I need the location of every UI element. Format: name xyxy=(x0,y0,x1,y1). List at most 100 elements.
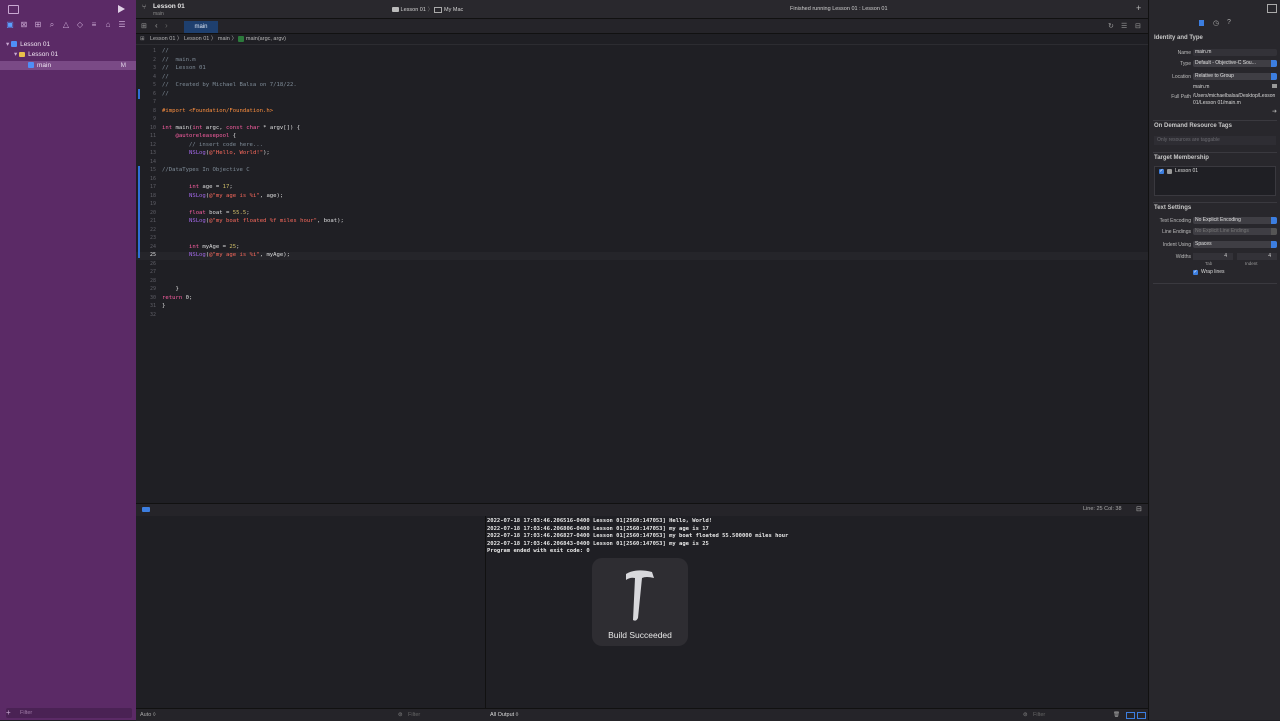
line-number[interactable]: 10 xyxy=(136,125,156,131)
line-number[interactable]: 30 xyxy=(136,295,156,301)
back-icon[interactable]: ‹ xyxy=(155,21,158,30)
line-number[interactable]: 7 xyxy=(136,99,156,105)
report-icon[interactable]: ☰ xyxy=(117,20,127,30)
variables-scope-selector[interactable]: Auto ◊ xyxy=(140,709,156,721)
history-inspector-icon[interactable]: ◷ xyxy=(1213,19,1219,27)
breadcrumb-item[interactable]: main(argc, argv) xyxy=(246,36,286,42)
editor-options-icon[interactable]: ☰ xyxy=(1121,22,1127,30)
code-line[interactable]: // xyxy=(162,74,169,80)
code-line[interactable]: #import <Foundation/Foundation.h> xyxy=(162,108,273,114)
line-number[interactable]: 28 xyxy=(136,278,156,284)
line-number[interactable]: 29 xyxy=(136,286,156,292)
run-icon[interactable] xyxy=(118,5,125,13)
code-line[interactable]: //DataTypes In Objective C xyxy=(162,167,250,173)
code-line[interactable]: NSLog(@"Hello, World!"); xyxy=(162,150,270,156)
tree-item-main[interactable]: main M xyxy=(0,61,136,70)
code-line[interactable]: // Created by Michael Balsa on 7/18/22. xyxy=(162,82,297,88)
add-library-icon[interactable]: + xyxy=(1136,3,1141,13)
filter-icon[interactable]: ⊜ xyxy=(1023,709,1028,721)
code-line[interactable]: } xyxy=(162,286,178,292)
code-line[interactable]: // insert code here... xyxy=(162,142,263,148)
code-line[interactable]: // main.m xyxy=(162,57,196,63)
line-number[interactable]: 20 xyxy=(136,210,156,216)
line-number[interactable]: 18 xyxy=(136,193,156,199)
code-line[interactable]: int main(int argc, const char * argv[]) … xyxy=(162,125,300,131)
code-line[interactable]: NSLog(@"my age is %i", age); xyxy=(162,193,283,199)
line-number[interactable]: 16 xyxy=(136,176,156,182)
breadcrumb-item[interactable]: Lesson 01 xyxy=(184,36,209,42)
sidebar-toggle-icon[interactable] xyxy=(8,5,19,14)
tab-width-stepper[interactable]: 4 xyxy=(1193,253,1233,260)
code-line[interactable]: int myAge = 25; xyxy=(162,244,240,250)
disclosure-icon[interactable]: ▾ xyxy=(14,51,17,58)
line-number[interactable]: 8 xyxy=(136,108,156,114)
encoding-popup[interactable]: No Explicit Encoding xyxy=(1193,217,1277,224)
code-line[interactable]: // xyxy=(162,91,169,97)
line-number[interactable]: 19 xyxy=(136,201,156,207)
folder-icon[interactable] xyxy=(1272,84,1277,88)
debug-icon[interactable]: ≡ xyxy=(89,20,99,30)
line-number[interactable]: 24 xyxy=(136,244,156,250)
code-line[interactable]: return 0; xyxy=(162,295,192,301)
line-number[interactable]: 14 xyxy=(136,159,156,165)
hide-debug-area-icon[interactable] xyxy=(142,507,150,512)
line-number[interactable]: 32 xyxy=(136,312,156,318)
line-number[interactable]: 23 xyxy=(136,235,156,241)
line-number[interactable]: 3 xyxy=(136,65,156,71)
code-line[interactable]: NSLog(@"my age is %i", myAge); xyxy=(162,252,290,258)
help-inspector-icon[interactable]: ? xyxy=(1227,19,1231,26)
line-number[interactable]: 4 xyxy=(136,74,156,80)
line-number[interactable]: 12 xyxy=(136,142,156,148)
variables-filter-field[interactable]: Filter xyxy=(408,709,420,721)
line-number[interactable]: 26 xyxy=(136,261,156,267)
code-line[interactable]: } xyxy=(162,303,165,309)
line-number[interactable]: 27 xyxy=(136,269,156,275)
odr-tags-field[interactable]: Only resources are taggable xyxy=(1154,136,1276,145)
line-number[interactable]: 13 xyxy=(136,150,156,156)
source-editor[interactable]: 1 // 2 // main.m 3 // Lesson 01 4 // 5 // Created… xyxy=(136,45,1148,503)
navigator-filter-field[interactable]: Filter xyxy=(6,708,132,718)
tab-main[interactable]: main xyxy=(184,21,218,33)
line-number[interactable]: 11 xyxy=(136,133,156,139)
line-number[interactable]: 17 xyxy=(136,184,156,190)
reveal-in-finder-icon[interactable]: ➜ xyxy=(1272,108,1277,115)
filter-icon[interactable]: ⊜ xyxy=(398,709,403,721)
location-popup[interactable]: Relative to Group xyxy=(1193,73,1277,80)
file-inspector-icon[interactable] xyxy=(1199,20,1204,26)
console-output[interactable]: 2022-07-18 17:03:46.206516-0400 Lesson 0… xyxy=(486,516,1148,708)
add-icon[interactable]: + xyxy=(6,708,11,717)
breadcrumb-item[interactable]: Lesson 01 xyxy=(150,36,175,42)
folder-icon[interactable]: ▣ xyxy=(5,20,15,30)
code-line[interactable]: // Lesson 01 xyxy=(162,65,206,71)
line-number[interactable]: 15 xyxy=(136,167,156,173)
type-popup[interactable]: Default - Objective-C Sou... xyxy=(1193,60,1277,67)
line-endings-popup[interactable]: No Explicit Line Endings xyxy=(1193,228,1277,235)
code-line[interactable]: // xyxy=(162,48,169,54)
forward-icon[interactable]: › xyxy=(165,21,168,30)
show-variables-icon[interactable] xyxy=(1126,712,1135,719)
test-icon[interactable]: ◇ xyxy=(75,20,85,30)
split-editor-icon[interactable]: ⊟ xyxy=(1135,22,1141,30)
code-line[interactable]: @autoreleasepool { xyxy=(162,133,236,139)
split-debug-icon[interactable]: ⊟ xyxy=(1136,505,1142,513)
disclosure-icon[interactable]: ▾ xyxy=(6,41,9,48)
code-line[interactable]: int age = 17; xyxy=(162,184,233,190)
indent-width-stepper[interactable]: 4 xyxy=(1237,253,1277,260)
source-control-icon[interactable]: ⊠ xyxy=(19,20,29,30)
indent-using-popup[interactable]: Spaces xyxy=(1193,241,1277,248)
breakpoint-icon[interactable]: ⌂ xyxy=(103,20,113,30)
scheme-selector[interactable]: Lesson 01 〉 My Mac xyxy=(392,5,463,14)
code-line[interactable]: NSLog(@"my boat floated %f miles hour", … xyxy=(162,218,344,224)
related-items-icon[interactable]: ⊞ xyxy=(140,34,145,44)
target-checkbox[interactable]: ✓ xyxy=(1159,169,1164,174)
code-line[interactable]: float boat = 55.5; xyxy=(162,210,250,216)
show-console-icon[interactable] xyxy=(1137,712,1146,719)
wrap-lines-checkbox[interactable]: ✓ xyxy=(1193,270,1198,275)
find-icon[interactable]: ⌕ xyxy=(47,20,57,30)
console-output-selector[interactable]: All Output ◊ xyxy=(490,709,518,721)
console-filter-field[interactable]: Filter xyxy=(1033,709,1045,721)
line-number[interactable]: 25 xyxy=(136,252,156,258)
toggle-inspector-icon[interactable] xyxy=(1267,4,1277,13)
line-number[interactable]: 21 xyxy=(136,218,156,224)
line-number[interactable]: 31 xyxy=(136,303,156,309)
